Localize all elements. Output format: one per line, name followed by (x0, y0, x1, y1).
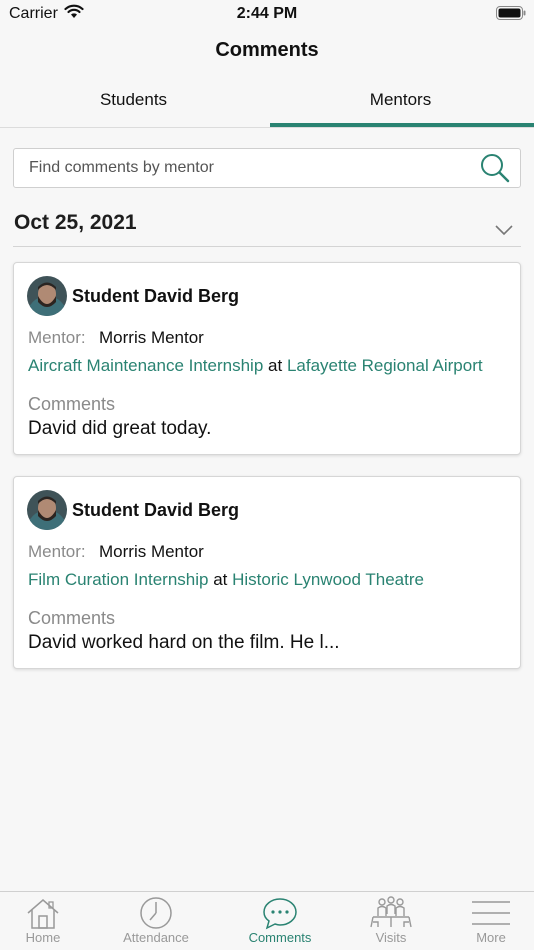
location-link[interactable]: Lafayette Regional Airport (287, 356, 483, 375)
tab-bar-label: Home (25, 930, 61, 945)
tab-bar-label: Visits (375, 930, 407, 945)
internship-link[interactable]: Aircraft Maintenance Internship (28, 356, 263, 375)
search-input[interactable] (29, 149, 469, 187)
comment-card[interactable]: Student David Berg Mentor: Morris Mentor… (13, 262, 521, 455)
home-icon (27, 899, 59, 929)
avatar (27, 490, 67, 530)
tab-bar-visits[interactable]: Visits (341, 892, 441, 950)
at-label: at (268, 356, 283, 375)
mentor-label: Mentor: (28, 542, 86, 561)
tab-students[interactable]: Students (0, 80, 267, 127)
tab-bar-home[interactable]: Home (0, 892, 93, 950)
tab-bar-comments[interactable]: Comments (230, 892, 330, 950)
tab-bar-label: Attendance (123, 930, 189, 945)
internship-line: Film Curation Internship at Historic Lyn… (28, 570, 424, 590)
internship-link[interactable]: Film Curation Internship (28, 570, 208, 589)
comment-card[interactable]: Student David Berg Mentor: Morris Mentor… (13, 476, 521, 669)
chevron-down-icon[interactable] (495, 223, 513, 241)
mentor-name: Morris Mentor (99, 328, 204, 347)
clock-icon (140, 897, 172, 929)
internship-line: Aircraft Maintenance Internship at Lafay… (28, 356, 483, 376)
status-bar: Carrier 2:44 PM (0, 0, 534, 28)
tab-bar-more[interactable]: More (441, 892, 534, 950)
mentor-label: Mentor: (28, 328, 86, 347)
comment-text: David worked hard on the film. He l... (28, 632, 340, 653)
date-label: Oct 25, 2021 (14, 211, 137, 234)
location-link[interactable]: Historic Lynwood Theatre (232, 570, 424, 589)
chat-bubble-icon (263, 898, 297, 930)
segment-tabs: Students Mentors (0, 80, 534, 128)
battery-icon (496, 6, 526, 25)
tab-bar-label: More (476, 930, 506, 945)
mentor-name: Morris Mentor (99, 542, 204, 561)
page-title: Comments (215, 39, 319, 61)
comments-label: Comments (28, 394, 116, 414)
date-group-header[interactable]: Oct 25, 2021 (13, 205, 521, 247)
search-icon[interactable] (479, 152, 511, 189)
status-time: 2:44 PM (236, 5, 298, 22)
student-name: Student David Berg (72, 286, 240, 306)
tab-selected-indicator (270, 123, 534, 127)
search-box (13, 148, 521, 188)
bottom-tab-bar: Home Attendance Comments Visits More (0, 891, 534, 950)
meeting-icon (370, 896, 412, 928)
avatar (27, 276, 67, 316)
tab-mentors[interactable]: Mentors (267, 80, 534, 127)
comment-text: David did great today. (28, 418, 212, 439)
comments-label: Comments (28, 608, 116, 628)
student-name: Student David Berg (72, 500, 240, 520)
tab-bar-attendance[interactable]: Attendance (106, 892, 206, 950)
menu-icon (472, 901, 510, 925)
at-label: at (213, 570, 228, 589)
tab-bar-label: Comments (248, 930, 312, 945)
